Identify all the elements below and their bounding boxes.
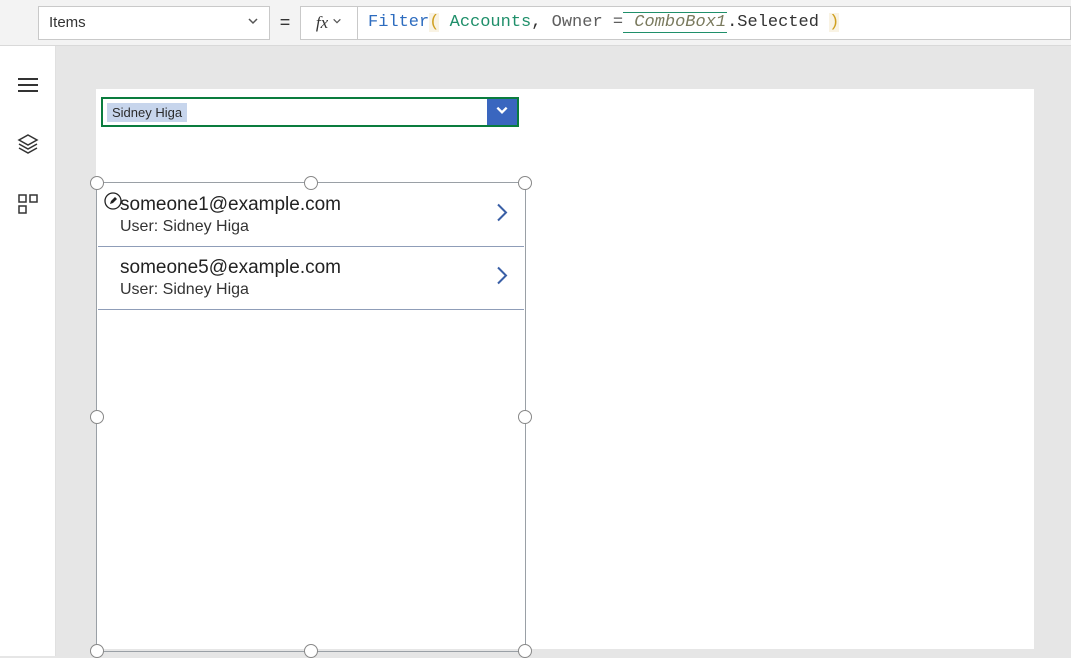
fx-label: fx <box>316 13 328 33</box>
left-sidebar <box>0 46 56 656</box>
list-item[interactable]: someone5@example.com User: Sidney Higa <box>98 247 524 310</box>
token-property: .Selected <box>727 13 829 32</box>
property-selector-value: Items <box>49 14 86 31</box>
gallery-list: someone1@example.com User: Sidney Higa s… <box>98 184 524 310</box>
combobox-selected-pill[interactable]: Sidney Higa <box>107 103 187 122</box>
list-item-subtitle: User: Sidney Higa <box>120 218 512 236</box>
token-equals: = <box>613 13 623 32</box>
chevron-right-icon[interactable] <box>494 201 510 230</box>
token-function: Filter <box>368 13 429 32</box>
resize-handle-w[interactable] <box>90 410 104 424</box>
list-item-email: someone1@example.com <box>120 194 512 216</box>
list-item-email: someone5@example.com <box>120 257 512 279</box>
gallery-selection-box[interactable]: someone1@example.com User: Sidney Higa s… <box>96 182 526 652</box>
list-item-subtitle: User: Sidney Higa <box>120 281 512 299</box>
property-selector-dropdown[interactable]: Items <box>38 6 270 40</box>
resize-handle-e[interactable] <box>518 410 532 424</box>
canvas-area: Sidney Higa <box>56 46 1071 656</box>
formula-input[interactable]: Filter ( Accounts , Owner = ComboBox1 .S… <box>358 6 1071 40</box>
chevron-down-icon <box>247 15 259 30</box>
chevron-right-icon[interactable] <box>494 264 510 293</box>
app-screen[interactable]: Sidney Higa <box>96 89 1034 649</box>
token-reference: ComboBox1 <box>623 12 727 33</box>
token-table: Accounts <box>439 13 531 32</box>
chevron-down-icon <box>332 16 342 29</box>
fx-button[interactable]: fx <box>300 6 358 40</box>
chevron-down-icon <box>495 103 509 122</box>
equals-label: = <box>270 12 300 33</box>
token-comma: , <box>531 13 541 32</box>
formula-bar: Items = fx Filter ( Accounts , Owner = C… <box>0 0 1071 46</box>
layers-icon[interactable] <box>17 133 39 160</box>
combobox-owner[interactable]: Sidney Higa <box>101 97 519 127</box>
list-item[interactable]: someone1@example.com User: Sidney Higa <box>98 184 524 247</box>
edit-icon[interactable] <box>104 192 122 215</box>
combobox-body[interactable]: Sidney Higa <box>103 99 487 125</box>
token-paren-close: ) <box>829 13 839 32</box>
tree-view-icon[interactable] <box>17 76 39 99</box>
token-field: Owner <box>541 13 612 32</box>
token-paren-open: ( <box>429 13 439 32</box>
combobox-open-button[interactable] <box>487 99 517 125</box>
components-icon[interactable] <box>18 194 38 219</box>
